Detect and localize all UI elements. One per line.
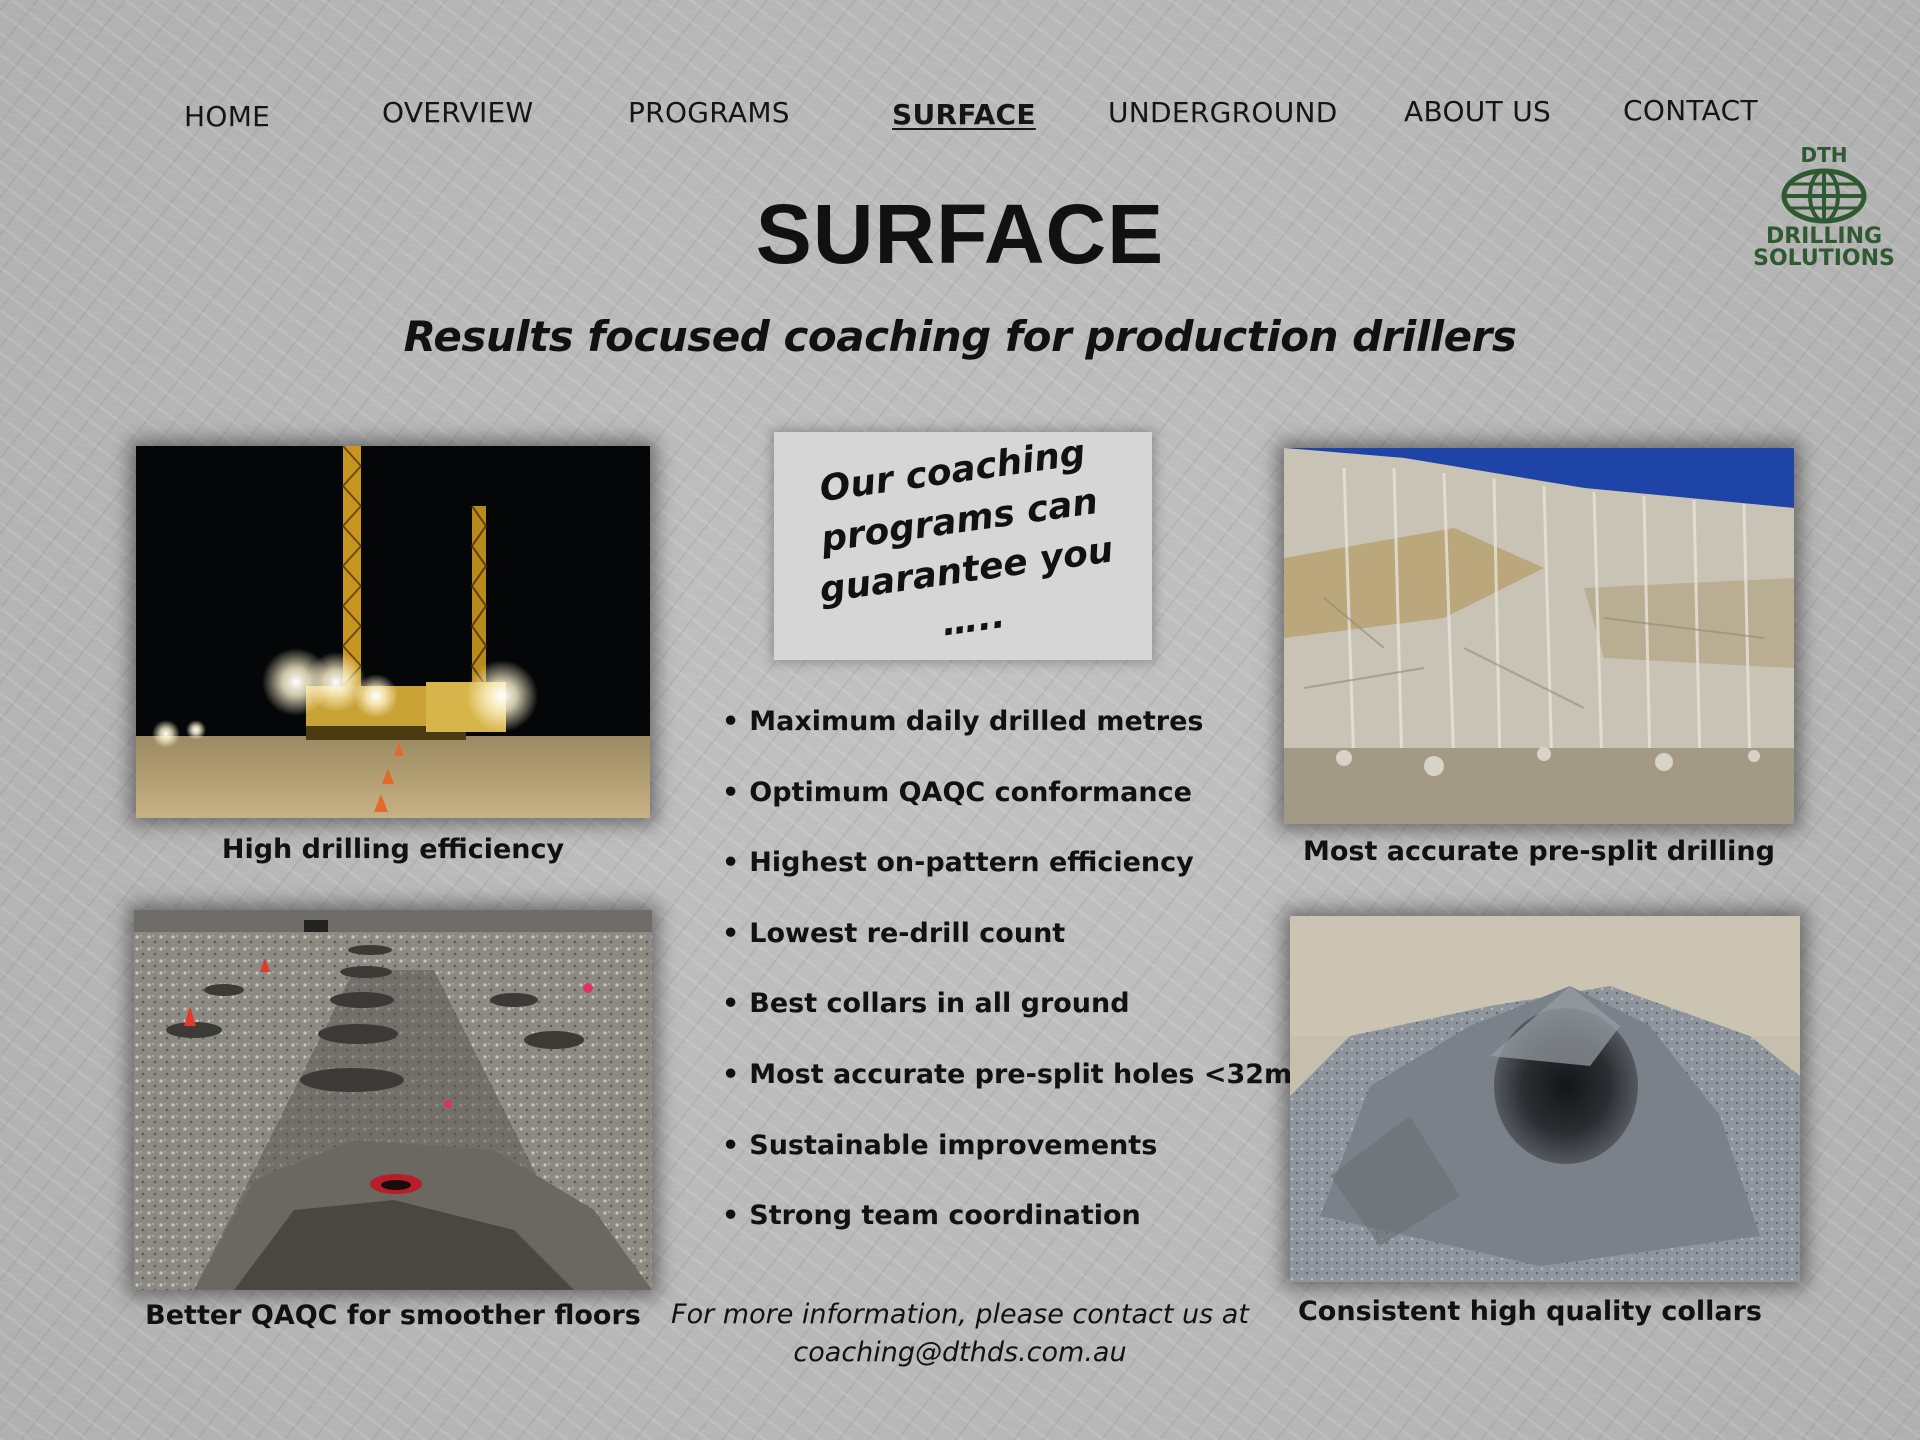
contact-info: For more information, please contact us … [640, 1296, 1280, 1372]
list-item: • Strong team coordination [722, 1200, 1141, 1232]
list-item: • Sustainable improvements [722, 1129, 1158, 1161]
list-item: • Optimum QAQC conformance [722, 776, 1192, 808]
photo-night-drill-rigs [136, 446, 650, 818]
photo-drill-pattern-floor [134, 910, 652, 1290]
nav-surface-link[interactable]: SURFACE [892, 98, 1036, 131]
callout-text: Our coaching programs can guarantee you … [817, 432, 1116, 645]
nav-underground-link[interactable]: UNDERGROUND [1108, 96, 1338, 129]
list-item: • Lowest re-drill count [722, 917, 1066, 949]
page-subtitle: Results focused coaching for production … [403, 312, 1517, 361]
list-item: • Most accurate pre-split holes <32m [722, 1058, 1293, 1090]
nav-contact-link[interactable]: CONTACT [1623, 94, 1758, 127]
photo-pre-split-rock-wall [1284, 448, 1794, 824]
list-item: • Best collars in all ground [722, 988, 1130, 1020]
nav-overview-link[interactable]: OVERVIEW [382, 96, 534, 129]
contact-text: For more information, please contact us … [671, 1299, 1249, 1330]
list-item: • Maximum daily drilled metres [722, 706, 1204, 737]
guarantee-callout-card: Our coaching programs can guarantee you … [774, 432, 1152, 660]
caption-most-accurate-pre-split: Most accurate pre-split drilling [1303, 836, 1775, 867]
photo-drill-hole-collar [1290, 916, 1800, 1282]
list-item: • Highest on-pattern efficiency [722, 847, 1194, 879]
list-item-text: Most accurate pre-split holes <32m [749, 1058, 1293, 1090]
page-title: SURFACE [755, 187, 1165, 281]
list-item-text: Optimum QAQC conformance [749, 776, 1192, 808]
list-item-text: Maximum daily drilled metres [749, 706, 1204, 737]
benefits-list: • Maximum daily drilled metres • Optimum Q… [722, 706, 1292, 1271]
nav-about-us-link[interactable]: ABOUT US [1404, 95, 1551, 128]
caption-consistent-collars: Consistent high quality collars [1297, 1296, 1762, 1327]
list-item-text: Strong team coordination [749, 1200, 1141, 1232]
caption-better-qaqc: Better QAQC for smoother floors [145, 1300, 641, 1331]
caption-high-drilling-efficiency: High drilling efficiency [221, 834, 565, 865]
contact-email-link[interactable]: coaching@dthds.com.au [640, 1334, 1280, 1372]
list-item-text: Best collars in all ground [749, 988, 1130, 1020]
nav-home-link[interactable]: HOME [184, 100, 270, 133]
list-item-text: Highest on-pattern efficiency [749, 847, 1194, 879]
logo-text-top: DTH [1800, 143, 1848, 167]
nav-programs-link[interactable]: PROGRAMS [628, 96, 790, 129]
list-item-text: Sustainable improvements [749, 1129, 1158, 1161]
list-item-text: Lowest re-drill count [749, 917, 1066, 949]
